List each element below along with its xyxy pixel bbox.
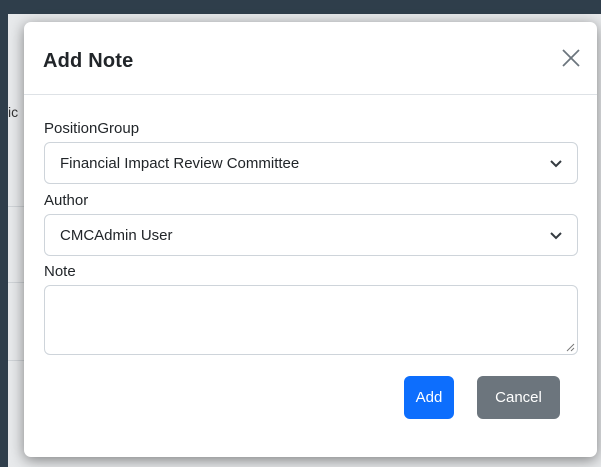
author-select[interactable]: CMCAdmin User — [44, 214, 578, 256]
cancel-button[interactable]: Cancel — [477, 376, 560, 419]
close-icon — [562, 49, 580, 67]
note-textarea[interactable] — [44, 285, 578, 355]
add-button[interactable]: Add — [404, 376, 454, 419]
position-group-label: PositionGroup — [44, 120, 140, 137]
position-group-value: Financial Impact Review Committee — [60, 155, 300, 172]
background-page-text: ic — [8, 104, 19, 120]
modal-title: Add Note — [43, 50, 134, 72]
author-label: Author — [44, 192, 89, 209]
author-value: CMCAdmin User — [60, 227, 173, 244]
modal-header: Add Note — [24, 22, 597, 95]
chevron-down-icon — [550, 232, 562, 240]
resize-grip-icon[interactable] — [566, 343, 575, 352]
note-label: Note — [44, 263, 76, 280]
add-note-modal: Add Note PositionGroup Financial Impact … — [24, 22, 597, 457]
chevron-down-icon — [550, 160, 562, 168]
close-button[interactable] — [559, 46, 583, 70]
position-group-select[interactable]: Financial Impact Review Committee — [44, 142, 578, 184]
